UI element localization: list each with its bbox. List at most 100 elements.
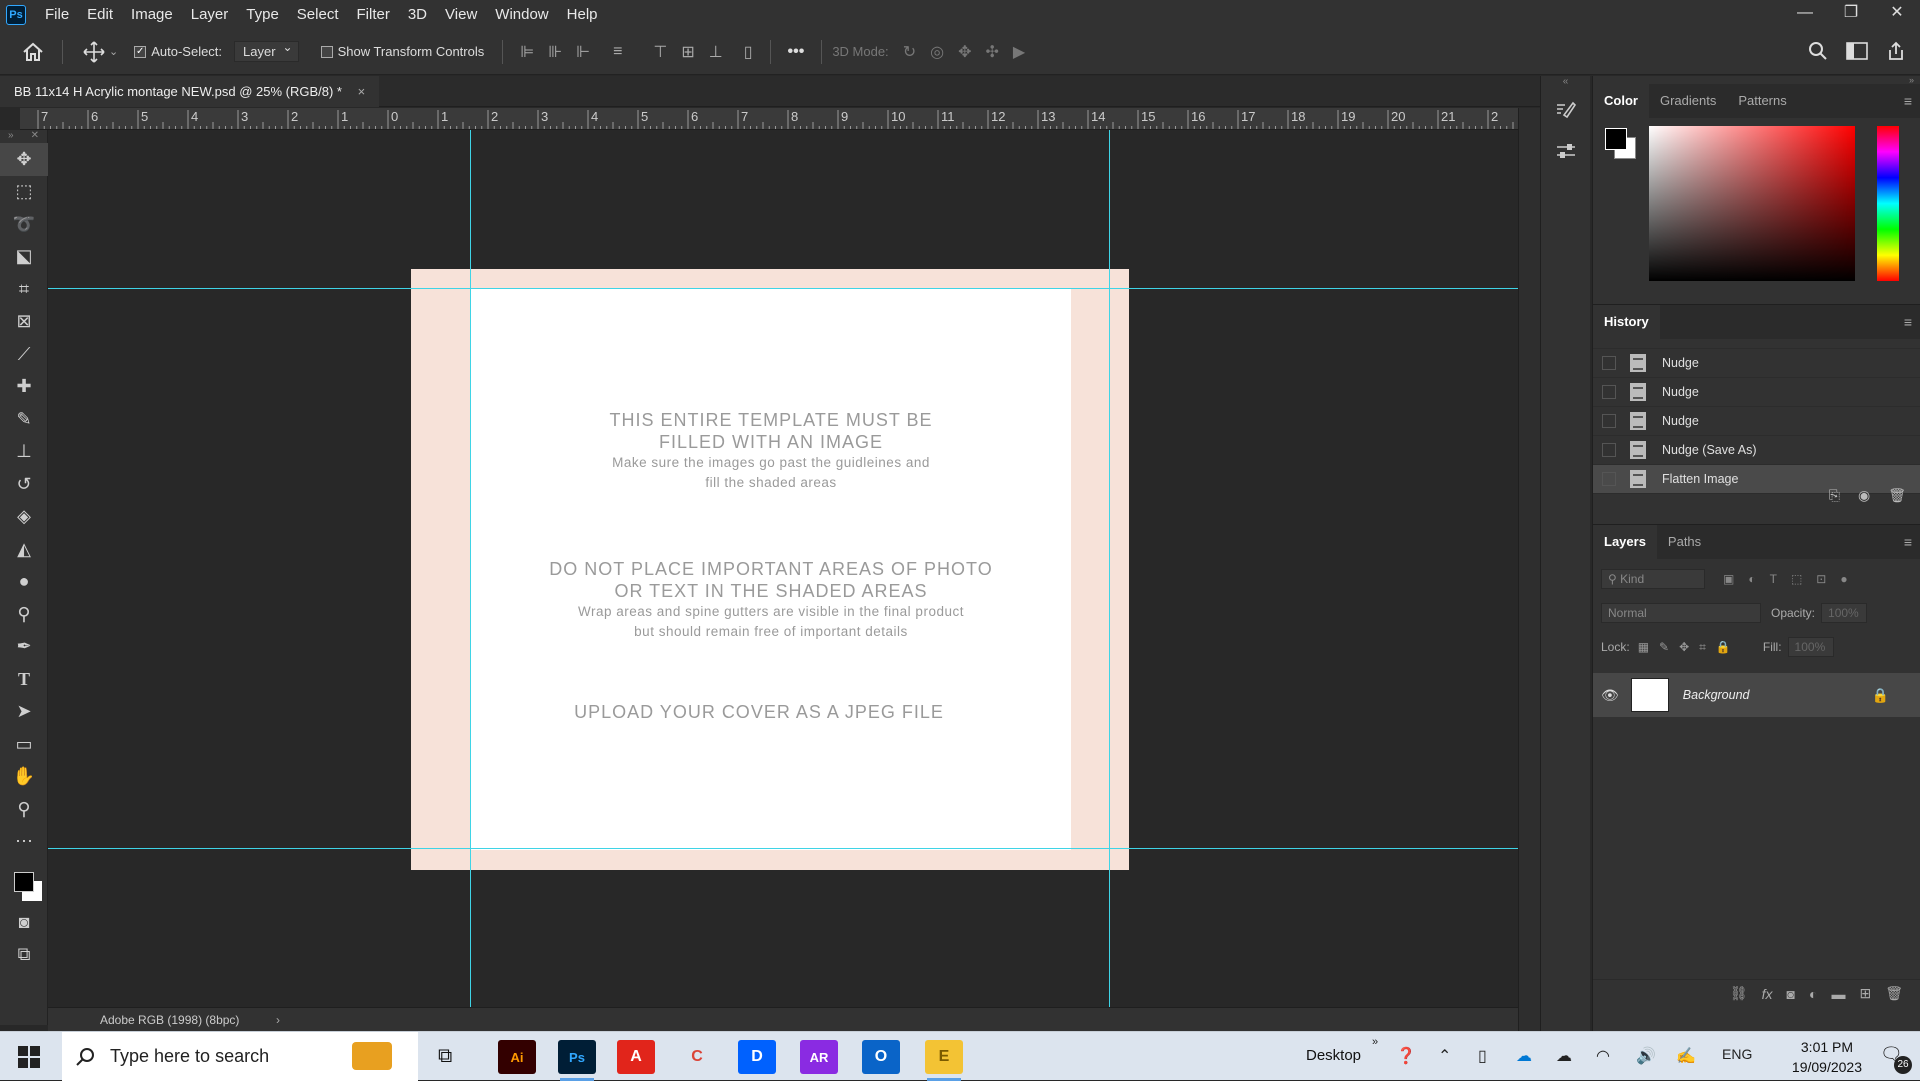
filter-type-icon[interactable]: T	[1770, 572, 1777, 586]
add-mask-icon[interactable]: ◙	[1787, 986, 1795, 1002]
lock-all-icon[interactable]: 🔒	[1716, 640, 1731, 655]
taskbar-app-dropbox-icon[interactable]: D	[738, 1040, 776, 1074]
workspace-icon[interactable]	[1846, 42, 1868, 60]
align-right-icon[interactable]: ⊩	[576, 42, 590, 62]
path-selection-tool[interactable]: ➤	[0, 696, 48, 729]
menu-type[interactable]: Type	[237, 0, 288, 29]
tab-patterns[interactable]: Patterns	[1727, 84, 1797, 118]
document-canvas[interactable]: THIS ENTIRE TEMPLATE MUST BE FILLED WITH…	[411, 269, 1129, 870]
move-tool-icon[interactable]: ⌄	[83, 40, 118, 63]
minimize-button[interactable]: —	[1782, 0, 1828, 29]
collapse-icon[interactable]: «	[1541, 76, 1590, 90]
canvas-area[interactable]: THIS ENTIRE TEMPLATE MUST BE FILLED WITH…	[48, 130, 1518, 1007]
hue-slider[interactable]	[1877, 126, 1899, 281]
document-tab[interactable]: BB 11x14 H Acrylic montage NEW.psd @ 25%…	[0, 76, 380, 107]
color-picker-field[interactable]	[1649, 126, 1855, 281]
help-icon[interactable]: ❓	[1396, 1046, 1416, 1066]
3d-camera-icon[interactable]: ▶	[1013, 42, 1025, 62]
device-icon[interactable]: ▯	[1478, 1046, 1487, 1066]
auto-select-checkbox[interactable]: ✓	[134, 45, 147, 58]
align-top-icon[interactable]: ⊤	[653, 42, 667, 62]
taskbar-app-ai-icon[interactable]: Ai	[498, 1040, 536, 1074]
windows-start-icon[interactable]	[18, 1046, 40, 1071]
tab-color[interactable]: Color	[1593, 84, 1649, 118]
lock-image-icon[interactable]: ✎	[1659, 640, 1669, 655]
align-bottom-icon[interactable]: ⊥	[709, 42, 723, 62]
visibility-eye-icon[interactable]: 👁	[1601, 687, 1619, 704]
edit-toolbar-icon[interactable]: ⋯	[0, 826, 48, 859]
expand-icon[interactable]: »	[8, 130, 14, 143]
taskbar-app-chrome-icon[interactable]: C	[678, 1040, 716, 1074]
taskbar-app-acrobat-icon[interactable]: A	[617, 1040, 655, 1074]
new-group-icon[interactable]: ▬	[1831, 986, 1845, 1002]
history-item[interactable]: Nudge	[1593, 349, 1920, 378]
clone-stamp-tool[interactable]: ⊥	[0, 436, 48, 469]
menu-select[interactable]: Select	[288, 0, 348, 29]
screen-mode-icon[interactable]: ⧉	[0, 939, 48, 972]
more-options-icon[interactable]: •••	[788, 43, 805, 61]
align-center-icon[interactable]: ⊪	[548, 42, 562, 62]
tab-history[interactable]: History	[1593, 305, 1660, 339]
rectangle-tool[interactable]: ▭	[0, 728, 48, 761]
show-hidden-icons-icon[interactable]: ⌃	[1438, 1046, 1451, 1066]
move-tool[interactable]: ✥	[0, 143, 48, 176]
history-item[interactable]: Nudge	[1593, 378, 1920, 407]
history-item[interactable]: Nudge	[1593, 407, 1920, 436]
filter-toggle-icon[interactable]: ●	[1840, 572, 1847, 586]
layer-lock-icon[interactable]: 🔒	[1872, 687, 1889, 704]
panel-menu-icon[interactable]: ≡	[1904, 93, 1912, 109]
zoom-tool[interactable]: ⚲	[0, 793, 48, 826]
taskbar-app-ps-icon[interactable]: Ps	[558, 1040, 596, 1081]
align-left-icon[interactable]: ⊫	[520, 42, 534, 62]
tab-paths[interactable]: Paths	[1657, 525, 1712, 559]
history-brush-tool[interactable]: ↺	[0, 468, 48, 501]
share-icon[interactable]	[1886, 41, 1906, 61]
taskbar-app-outlook-icon[interactable]: O	[862, 1040, 900, 1074]
align-middle-icon[interactable]: ⊞	[681, 42, 694, 62]
lasso-tool[interactable]: ➰	[0, 208, 48, 241]
snapshot-camera-icon[interactable]: ◉	[1858, 487, 1870, 504]
healing-brush-tool[interactable]: ✚	[0, 371, 48, 404]
layer-filter-kind[interactable]: ⚲ Kind	[1601, 569, 1705, 589]
foreground-swatch[interactable]	[1605, 128, 1627, 150]
menu-view[interactable]: View	[436, 0, 486, 29]
chevron-down-icon[interactable]: ⌄	[109, 45, 118, 58]
menu-image[interactable]: Image	[122, 0, 182, 29]
language-indicator[interactable]: ENG	[1722, 1046, 1752, 1062]
3d-slide-icon[interactable]: ✣	[985, 42, 998, 62]
opacity-field[interactable]: 100%	[1821, 603, 1868, 623]
desktop-toolbar-label[interactable]: Desktop	[1306, 1047, 1361, 1064]
brush-settings-icon[interactable]	[1544, 94, 1588, 130]
delete-state-icon[interactable]: 🗑	[1888, 487, 1906, 504]
history-item[interactable]: Nudge (Save As)	[1593, 436, 1920, 465]
menu-3d[interactable]: 3D	[399, 0, 436, 29]
taskbar-app-ar-icon[interactable]: AR	[800, 1040, 838, 1074]
menu-help[interactable]: Help	[558, 0, 607, 29]
tab-layers[interactable]: Layers	[1593, 525, 1657, 559]
guide-vertical-right[interactable]	[1109, 130, 1110, 1007]
menu-window[interactable]: Window	[486, 0, 557, 29]
distribute-horizontal-icon[interactable]: ≡	[613, 43, 622, 61]
home-icon[interactable]	[22, 42, 44, 62]
guide-horizontal-top[interactable]	[48, 288, 1518, 289]
hand-tool[interactable]: ✋	[0, 761, 48, 794]
task-view-icon[interactable]: ⧉	[438, 1045, 452, 1068]
blend-mode-dropdown[interactable]: Normal	[1601, 603, 1761, 623]
adjustments-icon[interactable]	[1544, 134, 1588, 170]
blur-tool[interactable]: ●	[0, 566, 48, 599]
menu-filter[interactable]: Filter	[348, 0, 399, 29]
object-selection-tool[interactable]: ⬕	[0, 241, 48, 274]
close-tab-icon[interactable]: ×	[358, 84, 366, 99]
menu-edit[interactable]: Edit	[78, 0, 122, 29]
history-source-checkbox[interactable]	[1602, 385, 1616, 399]
brush-tool[interactable]: ✎	[0, 403, 48, 436]
marquee-tool[interactable]: ⬚	[0, 176, 48, 209]
eraser-tool[interactable]: ◈	[0, 501, 48, 534]
history-source-checkbox[interactable]	[1602, 414, 1616, 428]
onedrive-icon[interactable]: ☁	[1516, 1046, 1532, 1066]
panel-menu-icon[interactable]: ≡	[1904, 314, 1912, 330]
paint-bucket-tool[interactable]: ◭	[0, 533, 48, 566]
layer-effects-icon[interactable]: fx	[1762, 986, 1773, 1002]
layer-thumbnail[interactable]	[1630, 678, 1669, 712]
dock-collapse-icon[interactable]: »	[1593, 76, 1920, 85]
